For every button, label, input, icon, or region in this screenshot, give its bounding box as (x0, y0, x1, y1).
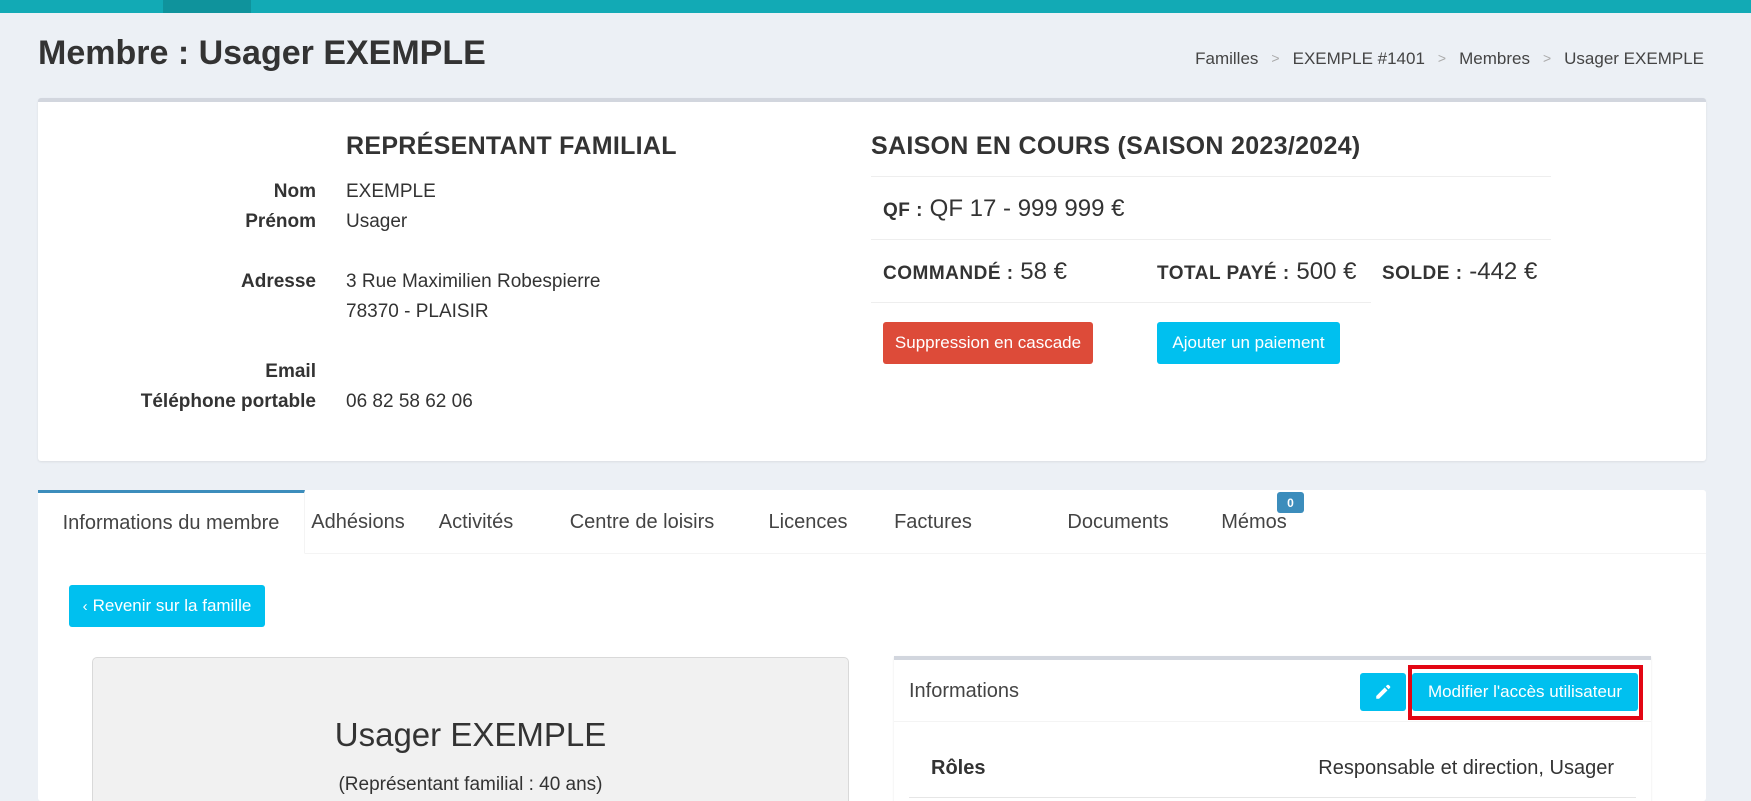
nom-label: Nom (273, 181, 316, 202)
qf-row: QF : QF 17 - 999 999 € (883, 195, 1124, 223)
telephone-value: 06 82 58 62 06 (346, 391, 473, 412)
tab-adhesions[interactable]: Adhésions (305, 490, 411, 554)
breadcrumb-familles[interactable]: Familles (1195, 49, 1258, 69)
breadcrumb-separator: > (1437, 50, 1447, 66)
divider (871, 239, 1551, 240)
revenir-famille-button[interactable]: ‹ Revenir sur la famille (69, 585, 265, 627)
breadcrumb-separator: > (1542, 50, 1552, 66)
prenom-label: Prénom (245, 211, 316, 232)
informations-title: Informations (909, 680, 1020, 702)
email-label: Email (265, 361, 316, 382)
total-paye-label: TOTAL PAYÉ : (1157, 263, 1290, 284)
revenir-famille-label: Revenir sur la famille (92, 596, 252, 615)
memos-count-badge: 0 (1277, 492, 1304, 513)
breadcrumb-membres[interactable]: Membres (1459, 49, 1530, 69)
representant-heading: REPRÉSENTANT FAMILIAL (346, 132, 677, 160)
tab-informations-membre[interactable]: Informations du membre (38, 490, 305, 554)
profile-name: Usager EXEMPLE (334, 716, 607, 753)
saison-heading: SAISON EN COURS (SAISON 2023/2024) (871, 132, 1361, 160)
qf-value: QF 17 - 999 999 € (929, 195, 1125, 222)
divider (871, 302, 1371, 303)
breadcrumb-current: Usager EXEMPLE (1564, 49, 1704, 68)
qf-label: QF : (883, 200, 923, 221)
commande-label: COMMANDÉ : (883, 263, 1014, 284)
suppression-cascade-button[interactable]: Suppression en cascade (883, 322, 1093, 364)
top-navbar (0, 0, 1751, 13)
telephone-label: Téléphone portable (140, 391, 316, 412)
profile-subtitle: (Représentant familial : 40 ans) (338, 774, 603, 795)
breadcrumb-famille[interactable]: EXEMPLE #1401 (1293, 49, 1425, 69)
solde-value: -442 € (1469, 258, 1538, 285)
adresse-line2: 78370 - PLAISIR (346, 301, 489, 322)
divider (871, 176, 1551, 177)
edit-button[interactable] (1360, 673, 1406, 711)
tab-factures[interactable]: Factures (880, 490, 986, 554)
tab-activites[interactable]: Activités (423, 490, 529, 554)
adresse-line1: 3 Rue Maximilien Robespierre (346, 271, 601, 292)
pencil-icon (1376, 684, 1391, 699)
nom-value: EXEMPLE (346, 181, 436, 202)
solde-stat: SOLDE : -442 € (1382, 258, 1537, 286)
tab-documents[interactable]: Documents (1053, 490, 1183, 554)
chevron-left-icon: ‹ (82, 597, 88, 615)
breadcrumb: Familles > EXEMPLE #1401 > Membres > Usa… (1195, 49, 1704, 69)
adresse-label: Adresse (241, 271, 316, 292)
solde-label: SOLDE : (1382, 263, 1463, 284)
total-paye-stat: TOTAL PAYÉ : 500 € (1157, 258, 1356, 286)
divider (909, 797, 1636, 798)
prenom-value: Usager (346, 211, 408, 232)
ajouter-paiement-button[interactable]: Ajouter un paiement (1157, 322, 1340, 364)
roles-label: Rôles (931, 757, 986, 779)
roles-value: Responsable et direction, Usager (1318, 757, 1614, 779)
commande-value: 58 € (1020, 258, 1067, 285)
tab-centre-loisirs[interactable]: Centre de loisirs (547, 490, 737, 554)
page-title: Membre : Usager EXEMPLE (38, 34, 486, 72)
highlight-box (1408, 665, 1643, 720)
total-paye-value: 500 € (1296, 258, 1357, 285)
navbar-active-segment[interactable] (163, 0, 251, 13)
commande-stat: COMMANDÉ : 58 € (883, 258, 1067, 286)
tab-licences[interactable]: Licences (755, 490, 861, 554)
breadcrumb-separator: > (1271, 50, 1280, 66)
